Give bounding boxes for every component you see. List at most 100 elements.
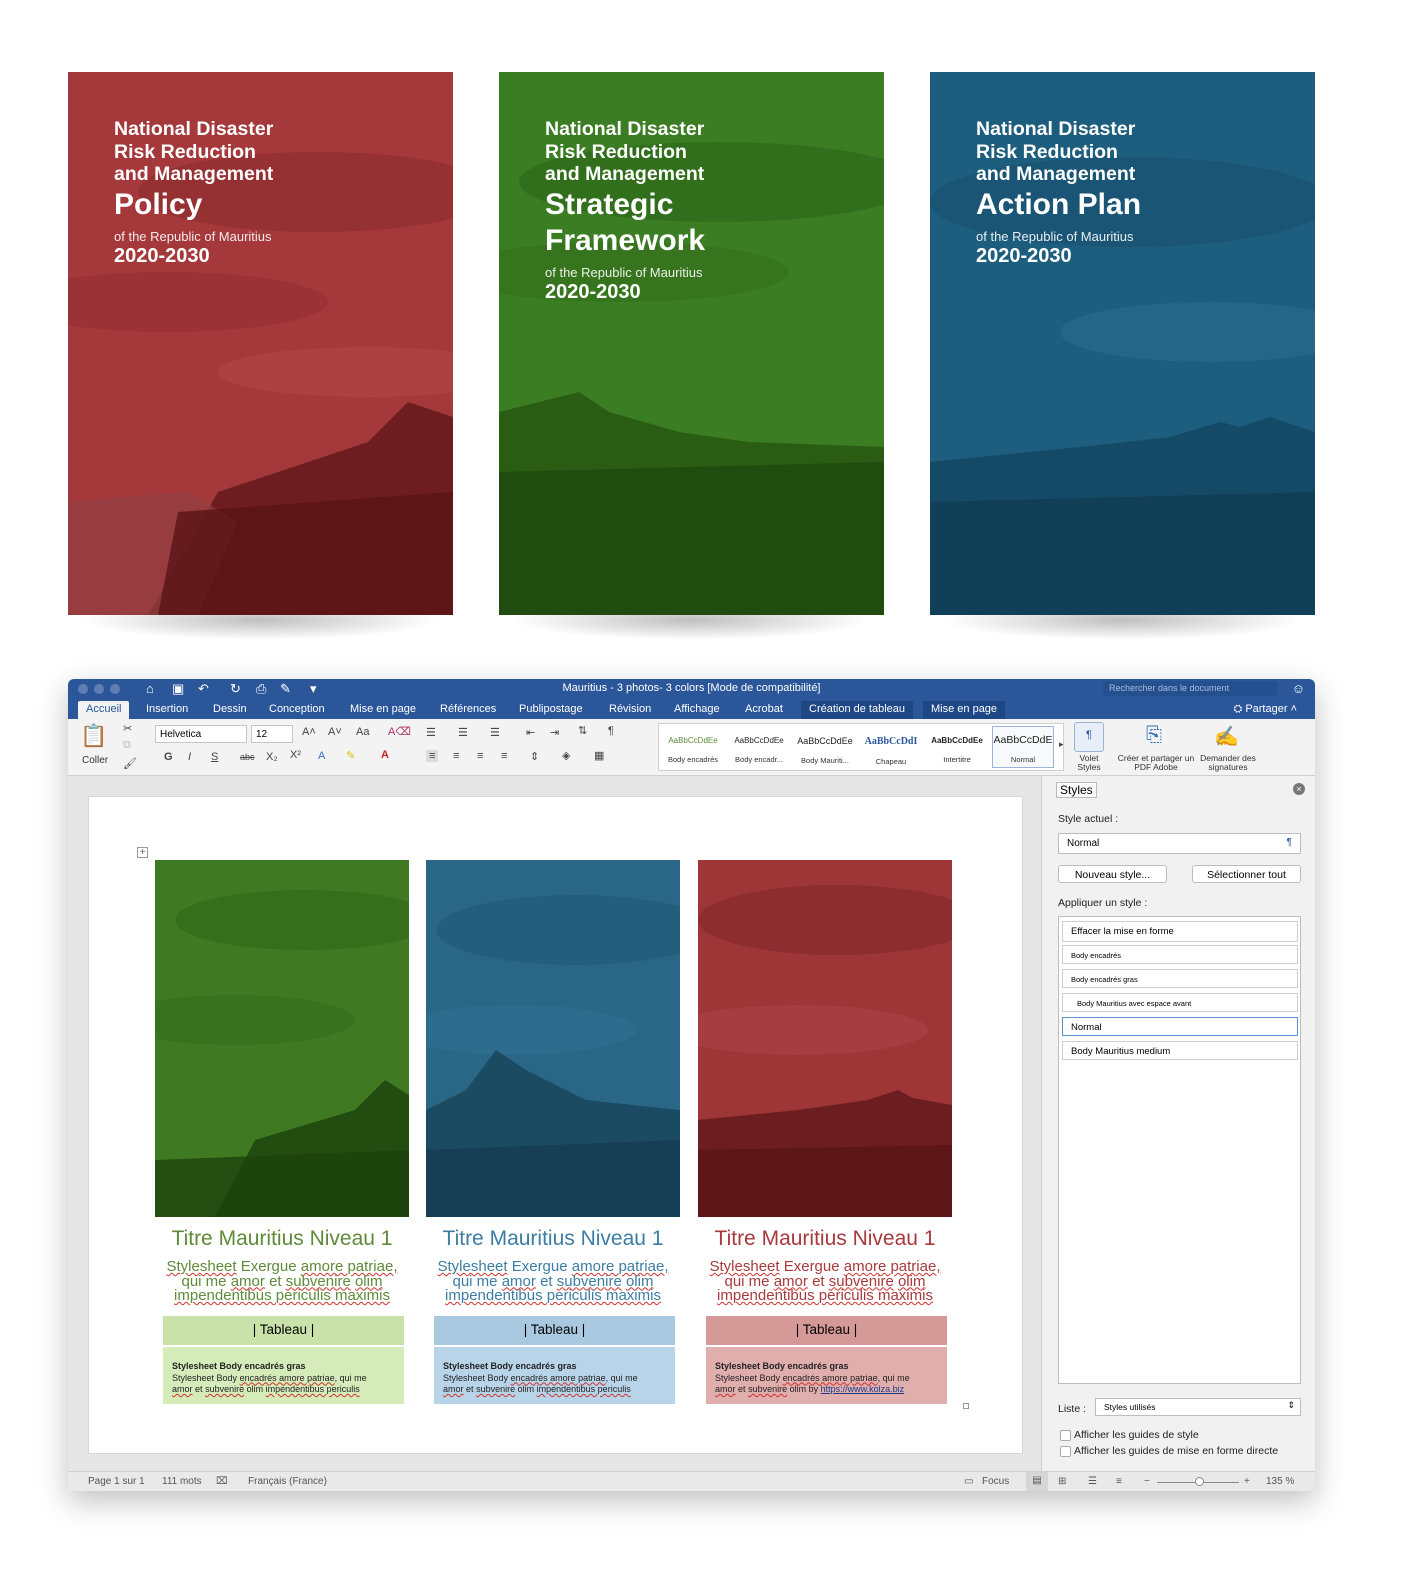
tab-creation-de-tableau[interactable]: Création de tableau: [801, 701, 914, 719]
underline-icon[interactable]: S: [211, 751, 218, 763]
heading-level-1[interactable]: Titre Mauritius Niveau 1: [698, 1227, 952, 1251]
focus-icon[interactable]: ▭: [964, 1476, 973, 1487]
grow-font-icon[interactable]: A˄: [302, 726, 316, 738]
style-gallery-item-selected[interactable]: AaBbCcDdE Normal: [992, 726, 1054, 768]
align-right-icon[interactable]: ≡: [477, 750, 483, 762]
table-body-cell[interactable]: Stylesheet Body encadrés gras Stylesheet…: [163, 1347, 404, 1404]
profile-icon[interactable]: ☺: [1292, 681, 1305, 696]
cut-icon[interactable]: ✂: [123, 722, 132, 735]
font-size-select[interactable]: 12: [251, 725, 293, 743]
new-style-button[interactable]: Nouveau style...: [1058, 865, 1167, 883]
zoom-in-icon[interactable]: +: [1244, 1476, 1250, 1487]
style-item-body-mauritius-medium[interactable]: Body Mauritius medium: [1062, 1041, 1298, 1060]
paste-icon[interactable]: 📋: [80, 723, 107, 749]
superscript-icon[interactable]: X²: [290, 749, 301, 761]
create-pdf-icon[interactable]: ⎘: [1146, 724, 1162, 747]
style-gallery-item[interactable]: AaBbCcDdEe Intertitre: [926, 726, 988, 768]
tab-insertion[interactable]: Insertion: [138, 701, 196, 719]
table-resize-handle[interactable]: [963, 1403, 969, 1409]
outline-icon[interactable]: ☰: [1088, 1476, 1097, 1487]
shading-icon[interactable]: ◈: [562, 749, 570, 762]
style-item-body-encadres-gras[interactable]: Body encadrés gras: [1062, 969, 1298, 988]
tab-publipostage[interactable]: Publipostage: [511, 701, 591, 719]
decrease-indent-icon[interactable]: ⇤: [526, 726, 535, 739]
exergue-paragraph[interactable]: Stylesheet Exergue amore patriae, qui me…: [698, 1259, 952, 1304]
increase-indent-icon[interactable]: ⇥: [550, 726, 559, 739]
multilevel-list-icon[interactable]: ☰: [490, 726, 500, 739]
table-header-cell[interactable]: | Tableau |: [434, 1316, 675, 1345]
hyperlink[interactable]: https://www.kolza.biz: [821, 1384, 905, 1394]
current-style-field[interactable]: Normal ¶: [1058, 833, 1301, 854]
style-gallery-item[interactable]: AaBbCcDdI Chapeau: [860, 726, 922, 768]
search-input[interactable]: Rechercher dans le document: [1103, 681, 1277, 696]
proofing-icon[interactable]: ⌧: [216, 1476, 228, 1487]
highlight-icon[interactable]: ✎: [346, 749, 355, 762]
strikethrough-icon[interactable]: abc: [240, 752, 255, 762]
sort-icon[interactable]: ⇅: [578, 724, 587, 737]
bold-icon[interactable]: G: [164, 751, 173, 763]
italic-icon[interactable]: I: [188, 751, 191, 763]
line-spacing-icon[interactable]: ⇕: [530, 750, 539, 763]
heading-level-1[interactable]: Titre Mauritius Niveau 1: [155, 1227, 409, 1251]
zoom-level[interactable]: 135 %: [1266, 1476, 1294, 1487]
tab-table-mise-en-page[interactable]: Mise en page: [923, 701, 1006, 719]
styles-pane-icon[interactable]: ¶: [1074, 722, 1104, 752]
table-move-handle-icon[interactable]: +: [137, 847, 148, 858]
heading-level-1[interactable]: Titre Mauritius Niveau 1: [426, 1227, 680, 1251]
focus-label[interactable]: Focus: [982, 1476, 1009, 1487]
bullets-icon[interactable]: ☰: [426, 726, 436, 739]
exergue-paragraph[interactable]: Stylesheet Exergue amore patriae, qui me…: [426, 1259, 680, 1304]
shrink-font-icon[interactable]: A˅: [328, 726, 342, 738]
align-center-icon[interactable]: ≡: [453, 750, 459, 762]
text-effects-icon[interactable]: A: [318, 750, 325, 762]
tab-acrobat[interactable]: Acrobat: [737, 701, 791, 719]
style-gallery-item[interactable]: AaBbCcDdEe Body encadr...: [728, 726, 790, 768]
style-guides-checkbox[interactable]: [1060, 1430, 1071, 1441]
align-left-icon[interactable]: ≡: [426, 750, 439, 762]
table-body-cell[interactable]: Stylesheet Body encadrés gras Stylesheet…: [434, 1347, 675, 1404]
change-case-icon[interactable]: Aa: [356, 726, 369, 738]
style-item-body-encadres[interactable]: Body encadrés: [1062, 945, 1298, 964]
tab-affichage[interactable]: Affichage: [666, 701, 728, 719]
share-button[interactable]: ⛭ Partager ˄: [1233, 703, 1297, 716]
numbering-icon[interactable]: ☰: [458, 726, 468, 739]
select-all-button[interactable]: Sélectionner tout: [1192, 865, 1301, 883]
tab-revision[interactable]: Révision: [601, 701, 659, 719]
language[interactable]: Français (France): [248, 1476, 327, 1487]
style-item-body-mauritius-espace-avant[interactable]: Body Mauritius avec espace avant: [1062, 993, 1298, 1012]
document-page[interactable]: + Titre Mauritius Niveau 1 Stylesheet Ex…: [88, 796, 1023, 1454]
table-header-cell[interactable]: | Tableau |: [706, 1316, 947, 1345]
zoom-slider-thumb[interactable]: [1195, 1477, 1204, 1486]
word-count[interactable]: 111 mots: [162, 1476, 202, 1487]
copy-icon[interactable]: ⧉: [123, 739, 131, 752]
table-header-cell[interactable]: | Tableau |: [163, 1316, 404, 1345]
clear-formatting-icon[interactable]: A⌫: [388, 725, 411, 738]
list-select[interactable]: Styles utilisés ⇕: [1095, 1398, 1301, 1416]
show-marks-icon[interactable]: ¶: [608, 725, 614, 737]
exergue-paragraph[interactable]: Stylesheet Exergue amore patriae, qui me…: [155, 1259, 409, 1304]
close-pane-icon[interactable]: ×: [1293, 783, 1305, 795]
tab-dessin[interactable]: Dessin: [205, 701, 255, 719]
style-item-normal[interactable]: Normal: [1062, 1017, 1298, 1036]
draft-icon[interactable]: ≡: [1116, 1476, 1122, 1487]
font-color-icon[interactable]: A: [381, 749, 389, 761]
format-painter-icon[interactable]: 🖌: [123, 757, 137, 770]
gallery-expand-icon[interactable]: ▸: [1059, 739, 1064, 750]
tab-accueil[interactable]: Accueil: [78, 701, 130, 719]
font-name-select[interactable]: Helvetica: [155, 725, 247, 743]
print-layout-icon[interactable]: ▤: [1026, 1472, 1048, 1491]
style-gallery-item[interactable]: AaBbCcDdEe Body Mauriti...: [794, 726, 856, 768]
tab-mise-en-page[interactable]: Mise en page: [342, 701, 424, 719]
borders-icon[interactable]: ▦: [594, 749, 604, 762]
style-gallery-item[interactable]: AaBbCcDdEe Body encadrés: [662, 726, 724, 768]
style-item-clear-formatting[interactable]: Effacer la mise en forme: [1062, 921, 1298, 942]
table-body-cell[interactable]: Stylesheet Body encadrés gras Stylesheet…: [706, 1347, 947, 1404]
signature-icon[interactable]: ✍: [1214, 724, 1239, 749]
justify-icon[interactable]: ≡: [501, 750, 507, 762]
tab-conception[interactable]: Conception: [261, 701, 333, 719]
direct-formatting-guides-checkbox[interactable]: [1060, 1446, 1071, 1457]
tab-references[interactable]: Références: [432, 701, 504, 719]
web-layout-icon[interactable]: ⊞: [1058, 1476, 1066, 1487]
subscript-icon[interactable]: X₂: [266, 751, 278, 763]
zoom-out-icon[interactable]: −: [1144, 1476, 1150, 1487]
